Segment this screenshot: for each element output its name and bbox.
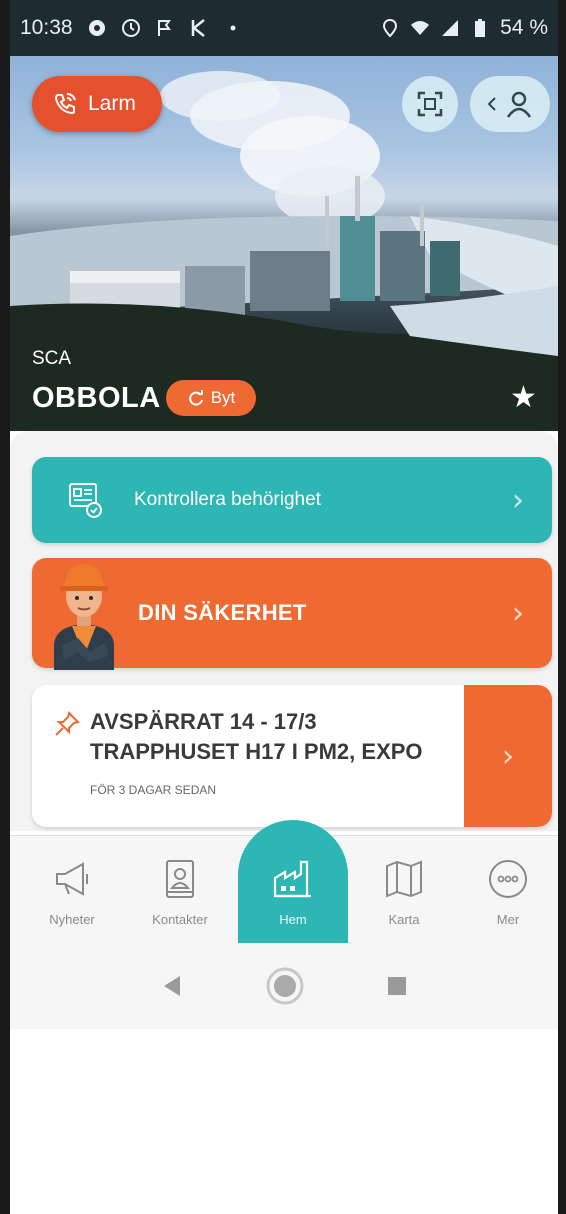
- profile-button[interactable]: [470, 76, 550, 132]
- safety-worker-illustration: [54, 564, 114, 670]
- check-access-label: Kontrollera behörighet: [134, 489, 321, 510]
- more-dots-icon: [489, 860, 527, 898]
- status-system-icons: 54 %: [380, 16, 548, 40]
- system-nav-bar: [10, 943, 558, 1029]
- site-name: OBBOLA: [32, 382, 161, 414]
- switch-site-label: Byt: [210, 388, 236, 407]
- chevron-right-icon: ›: [512, 482, 524, 518]
- notice-time: FÖR 3 DAGAR SEDAN: [90, 783, 217, 797]
- status-bar: 10:38 54 %: [10, 0, 558, 56]
- notice-title: AVSPÄRRAT 14 - 17/3 TRAPPHUSET H17 I PM2…: [90, 709, 423, 764]
- tab-news[interactable]: Nyheter: [22, 836, 122, 944]
- tab-contacts-label: Kontakter: [152, 912, 208, 927]
- scan-button[interactable]: [402, 76, 458, 132]
- alarm-label: Larm: [88, 92, 136, 115]
- scan-icon: [417, 91, 443, 117]
- safety-card[interactable]: DIN SÄKERHET ›: [32, 558, 552, 670]
- factory-icon: [273, 860, 311, 898]
- notice-open-button[interactable]: ›: [464, 685, 552, 827]
- check-access-card[interactable]: Kontrollera behörighet ›: [32, 457, 552, 543]
- alarm-button[interactable]: Larm: [32, 76, 162, 132]
- id-card-icon: [69, 483, 102, 518]
- favorite-star-icon[interactable]: ★: [510, 380, 537, 415]
- refresh-icon: [188, 390, 203, 406]
- user-icon: [506, 91, 532, 118]
- contacts-book-icon: [166, 860, 194, 898]
- status-time: 10:38: [20, 16, 73, 39]
- battery-icon: [475, 19, 486, 37]
- tab-contacts[interactable]: Kontakter: [130, 836, 230, 944]
- chevron-left-icon: [487, 97, 496, 111]
- map-icon: [386, 860, 422, 898]
- pin-icon: [55, 711, 80, 736]
- safety-label: DIN SÄKERHET: [138, 600, 307, 625]
- wifi-icon: [411, 21, 430, 35]
- site-hero-image: Larm SCA OBBOLA Byt ★: [10, 56, 558, 431]
- location-icon: [383, 18, 398, 38]
- tab-home[interactable]: Hem: [238, 820, 348, 944]
- notification-flag-icon: [157, 20, 171, 36]
- tab-more[interactable]: Mer: [458, 836, 558, 944]
- tab-map[interactable]: Karta: [354, 836, 454, 944]
- tab-more-label: Mer: [496, 912, 520, 927]
- tab-news-label: Nyheter: [49, 912, 95, 927]
- phone-alarm-icon: [54, 93, 76, 115]
- notification-clock-icon: [121, 19, 140, 37]
- megaphone-icon: [56, 862, 88, 896]
- home-circle-icon[interactable]: [265, 966, 305, 1006]
- bottom-tab-bar: Nyheter Kontakter Hem Karta Mer: [10, 820, 558, 944]
- tab-map-label: Karta: [388, 912, 420, 927]
- chevron-right-icon: ›: [512, 595, 524, 631]
- notification-app-icon: [88, 20, 105, 36]
- recents-square-icon[interactable]: [386, 975, 408, 997]
- status-notification-icons: [87, 18, 381, 38]
- chevron-right-icon: ›: [502, 738, 514, 774]
- tab-home-label: Hem: [279, 912, 307, 927]
- signal-icon: [442, 20, 459, 36]
- notice-card[interactable]: AVSPÄRRAT 14 - 17/3 TRAPPHUSET H17 I PM2…: [32, 685, 552, 827]
- notification-dot-icon: [230, 25, 236, 31]
- company-name: SCA: [32, 348, 72, 369]
- back-icon[interactable]: [160, 973, 184, 999]
- home-content: Kontrollera behörighet › DIN SÄKERHET › …: [10, 431, 558, 831]
- notification-k-icon: [191, 19, 205, 37]
- battery-percent: 54 %: [500, 16, 548, 39]
- switch-site-button[interactable]: Byt: [166, 380, 256, 416]
